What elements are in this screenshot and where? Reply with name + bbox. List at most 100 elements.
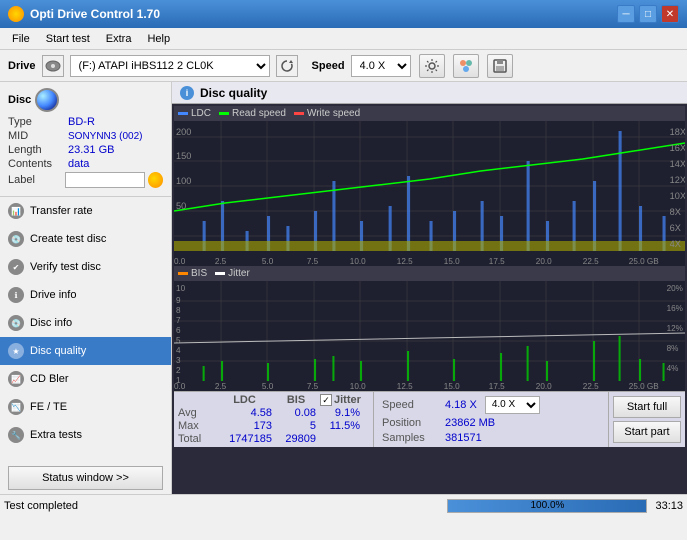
menu-file[interactable]: File (4, 31, 38, 47)
length-label: Length (8, 144, 68, 156)
extra-tests-icon: 🔧 (8, 427, 24, 443)
svg-text:12%: 12% (667, 324, 683, 333)
svg-text:8X: 8X (670, 207, 681, 217)
svg-text:2: 2 (176, 366, 181, 375)
app-icon (8, 6, 24, 22)
speed-label: Speed (312, 60, 345, 72)
sidebar-item-verify-test-disc[interactable]: ✔ Verify test disc (0, 253, 171, 281)
speed-stat-selector[interactable]: 4.0 X (485, 396, 540, 414)
sidebar-item-drive-info[interactable]: ℹ Drive info (0, 281, 171, 309)
menu-start-test[interactable]: Start test (38, 31, 98, 47)
svg-text:4: 4 (176, 346, 181, 355)
svg-text:2.5: 2.5 (215, 382, 227, 391)
transfer-rate-icon: 📊 (8, 203, 24, 219)
svg-text:8%: 8% (667, 344, 679, 353)
svg-text:12.5: 12.5 (397, 257, 413, 266)
total-label: Total (178, 433, 213, 445)
speed-selector[interactable]: 4.0 X 1.0 X 2.0 X 8.0 X MAX (351, 55, 411, 77)
create-test-disc-icon: 💿 (8, 231, 24, 247)
total-bis: 29809 (276, 433, 316, 445)
sidebar: Disc Type BD-R MID SONYNN3 (002) Length … (0, 82, 172, 494)
read-speed-dot (219, 112, 229, 115)
settings-button[interactable] (419, 54, 445, 78)
svg-text:16X: 16X (670, 143, 685, 153)
svg-text:6X: 6X (670, 223, 681, 233)
svg-text:2.5: 2.5 (215, 257, 227, 266)
drive-icon-button[interactable] (42, 55, 64, 77)
svg-text:200: 200 (176, 127, 191, 137)
sidebar-item-disc-info[interactable]: 💿 Disc info (0, 309, 171, 337)
svg-text:16%: 16% (667, 304, 683, 313)
status-window-button[interactable]: Status window >> (8, 466, 163, 490)
svg-text:7: 7 (176, 316, 181, 325)
avg-label: Avg (178, 407, 213, 419)
stats-bar: LDC BIS ✓ Jitter Avg 4.58 0.08 9.1% (174, 391, 685, 447)
avg-jitter: 9.1% (320, 407, 360, 419)
sidebar-item-create-test-disc[interactable]: 💿 Create test disc (0, 225, 171, 253)
svg-text:12.5: 12.5 (397, 382, 413, 391)
fe-te-icon: 📉 (8, 399, 24, 415)
svg-text:25.0 GB: 25.0 GB (629, 382, 659, 391)
sidebar-item-transfer-rate[interactable]: 📊 Transfer rate (0, 197, 171, 225)
type-value: BD-R (68, 116, 95, 128)
svg-text:10: 10 (176, 284, 186, 293)
bis-header: BIS (276, 394, 316, 406)
drive-info-icon: ℹ (8, 287, 24, 303)
status-text: Test completed (4, 500, 443, 512)
legend-write-speed: Write speed (294, 108, 360, 119)
color-button[interactable] (453, 54, 479, 78)
svg-text:7.5: 7.5 (307, 257, 319, 266)
svg-text:15.0: 15.0 (444, 382, 460, 391)
write-speed-dot (294, 112, 304, 115)
max-label: Max (178, 420, 213, 432)
max-bis: 5 (276, 420, 316, 432)
menu-extra[interactable]: Extra (98, 31, 140, 47)
sidebar-item-cd-bler[interactable]: 📈 CD Bler (0, 365, 171, 393)
refresh-drive-button[interactable] (276, 55, 298, 77)
svg-text:5.0: 5.0 (262, 382, 274, 391)
start-full-button[interactable]: Start full (613, 396, 681, 418)
svg-text:15.0: 15.0 (444, 257, 460, 266)
legend-bis: BIS (178, 268, 207, 279)
legend-read-speed: Read speed (219, 108, 286, 119)
svg-text:20.0: 20.0 (536, 382, 552, 391)
position-value: 23862 MB (445, 417, 495, 429)
start-part-button[interactable]: Start part (613, 421, 681, 443)
minimize-button[interactable]: ─ (617, 5, 635, 23)
speed-stat-label: Speed (382, 399, 437, 411)
sidebar-item-fe-te[interactable]: 📉 FE / TE (0, 393, 171, 421)
svg-text:17.5: 17.5 (489, 257, 505, 266)
svg-text:5.0: 5.0 (262, 257, 274, 266)
drive-selector[interactable]: (F:) ATAPI iHBS112 2 CL0K (70, 55, 270, 77)
progress-bar-container: 100.0% (447, 499, 647, 513)
disc-quality-title: Disc quality (200, 86, 267, 100)
maximize-button[interactable]: □ (639, 5, 657, 23)
sidebar-item-extra-tests[interactable]: 🔧 Extra tests (0, 421, 171, 449)
svg-text:5: 5 (176, 336, 181, 345)
svg-text:25.0 GB: 25.0 GB (629, 257, 659, 266)
svg-text:7.5: 7.5 (307, 382, 319, 391)
disc-label-input[interactable] (65, 172, 145, 188)
sidebar-item-disc-quality[interactable]: ★ Disc quality (0, 337, 171, 365)
disc-quality-header: i Disc quality (172, 82, 687, 104)
total-ldc: 1747185 (217, 433, 272, 445)
type-label: Type (8, 116, 68, 128)
svg-text:20.0: 20.0 (536, 257, 552, 266)
save-button[interactable] (487, 54, 513, 78)
bottom-chart-legend: BIS Jitter (174, 266, 685, 281)
svg-text:20%: 20% (667, 284, 683, 293)
samples-value: 381571 (445, 432, 482, 444)
contents-value: data (68, 158, 89, 170)
close-button[interactable]: ✕ (661, 5, 679, 23)
jitter-checkbox[interactable]: ✓ (320, 394, 332, 406)
length-value: 23.31 GB (68, 144, 114, 156)
disc-info-icon: 💿 (8, 315, 24, 331)
max-ldc: 173 (217, 420, 272, 432)
disc-quality-icon: ★ (8, 343, 24, 359)
position-label: Position (382, 417, 437, 429)
max-jitter: 11.5% (320, 420, 360, 432)
menu-help[interactable]: Help (139, 31, 178, 47)
nav-items: 📊 Transfer rate 💿 Create test disc ✔ Ver… (0, 197, 171, 462)
svg-text:22.5: 22.5 (583, 382, 599, 391)
ldc-dot (178, 112, 188, 115)
